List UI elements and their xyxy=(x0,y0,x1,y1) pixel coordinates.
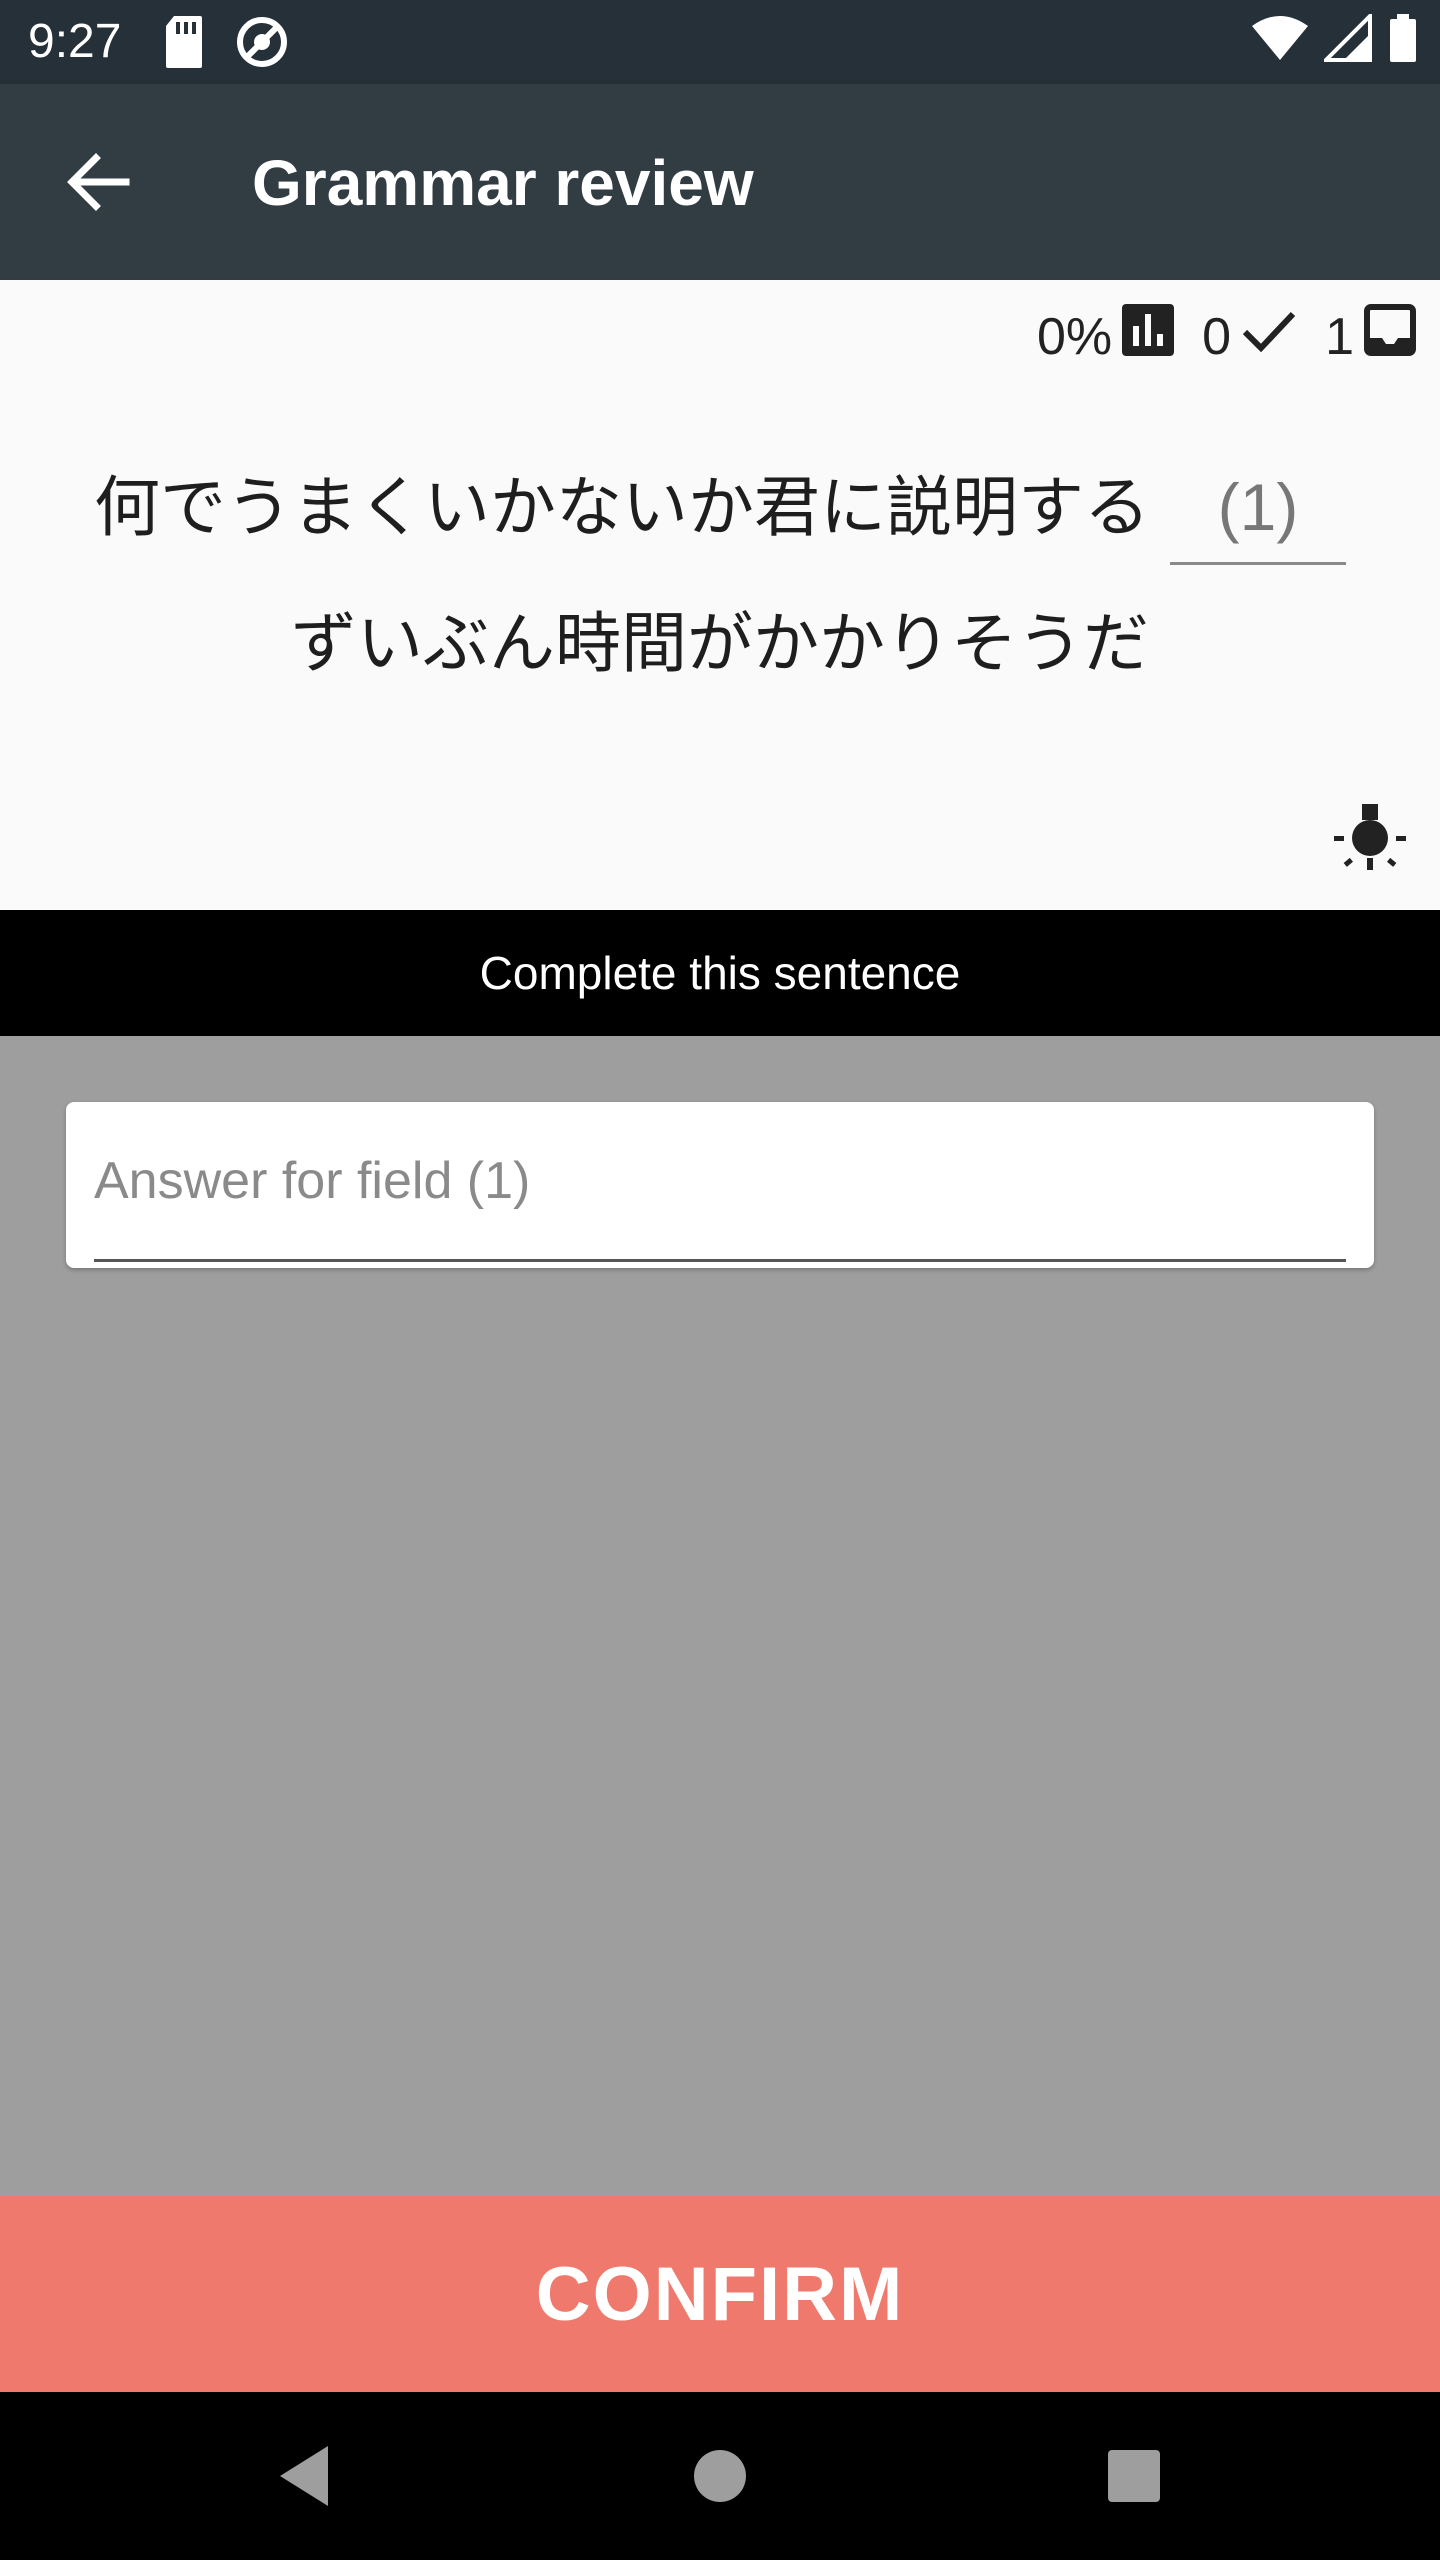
remaining-count: 1 xyxy=(1325,307,1354,366)
sentence-line-1: 何でうまくいかないか君に説明する (1) xyxy=(0,440,1440,576)
back-triangle-icon[interactable] xyxy=(272,2436,352,2516)
sync-icon xyxy=(234,14,290,75)
status-time: 9:27 xyxy=(28,15,122,68)
home-circle-icon[interactable] xyxy=(680,2436,760,2516)
signal-icon xyxy=(1321,11,1372,67)
sentence-text-1: 何でうまくいかないか君に説明する xyxy=(94,469,1150,546)
app-bar: Grammar review xyxy=(0,84,1440,280)
sd-card-icon xyxy=(164,14,204,75)
lightbulb-icon[interactable] xyxy=(1330,800,1410,880)
status-bar: 9:27 xyxy=(0,0,1440,84)
sentence-line-2: ずいぶん時間がかかりそうだ xyxy=(291,605,1149,682)
answer-input[interactable] xyxy=(94,1102,1346,1262)
arrow-back-icon[interactable] xyxy=(60,144,136,220)
inbox-icon xyxy=(1364,304,1416,369)
check-icon xyxy=(1241,304,1297,369)
bar-chart-icon xyxy=(1122,304,1175,369)
correct-count: 0 xyxy=(1202,307,1232,366)
japanese-sentence: 何でうまくいかないか君に説明する (1) ずいぶん時間がかかりそうだ xyxy=(0,440,1440,712)
instruction-bar: Complete this sentence xyxy=(0,910,1440,1036)
recents-square-icon[interactable] xyxy=(1094,2436,1174,2516)
wifi-icon xyxy=(1252,14,1308,67)
blank-field-marker: (1) xyxy=(1170,452,1346,565)
confirm-button[interactable]: CONFIRM xyxy=(0,2196,1440,2392)
progress-percent: 0% xyxy=(1037,307,1113,366)
answer-field-container xyxy=(66,1102,1374,1268)
review-stats: 0% 0 1 xyxy=(1037,304,1416,369)
battery-icon xyxy=(1388,14,1418,67)
page-title: Grammar review xyxy=(252,147,754,219)
system-nav-bar xyxy=(0,2392,1440,2560)
instruction-text: Complete this sentence xyxy=(479,947,961,999)
question-card: 0% 0 1 何でうまくいかないか君に説明する (1) ずいぶん時間がかかりそうだ xyxy=(0,280,1440,910)
